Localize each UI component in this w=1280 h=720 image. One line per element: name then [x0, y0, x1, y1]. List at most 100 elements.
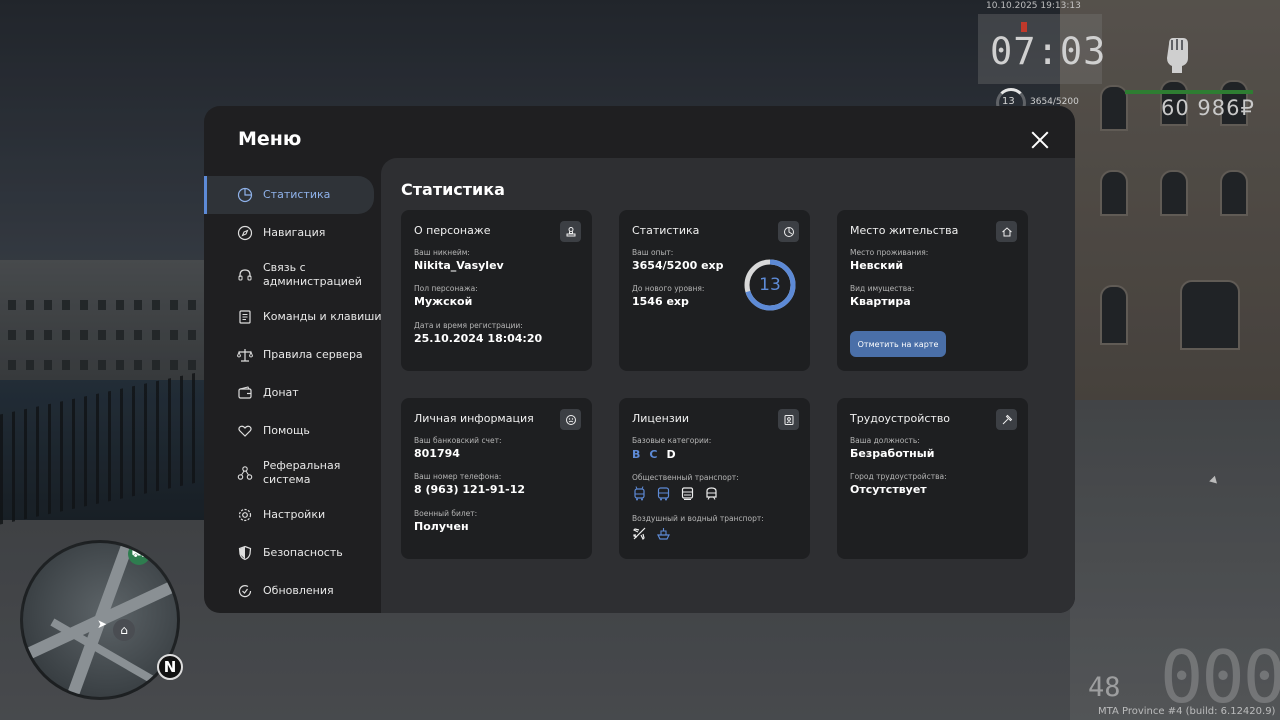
gear-icon — [237, 507, 253, 523]
card-title: Лицензии — [632, 412, 690, 425]
card-personal-info: Личная информация Ваш банковский счет: 8… — [401, 398, 592, 559]
sidebar-item-admin-contact[interactable]: Связь с администрацией — [204, 252, 382, 298]
card-title: Статистика — [632, 224, 700, 237]
bank-label: Ваш банковский счет: — [414, 436, 502, 445]
sidebar-item-commands[interactable]: Команды и клавиши — [204, 298, 382, 336]
air-water-transport-icons — [632, 526, 671, 541]
menu-title: Меню — [238, 128, 302, 150]
card-residence: Место жительства Место проживания: Невск… — [837, 210, 1028, 371]
sidebar-item-label: Статистика — [263, 188, 331, 201]
position-value: Безработный — [850, 447, 935, 460]
bank-value: 801794 — [414, 447, 460, 460]
north-indicator: N — [157, 654, 183, 680]
gender-label: Пол персонажа: — [414, 284, 478, 293]
nickname-value: Nikita_Vasylev — [414, 259, 504, 272]
sidebar-item-label: Настройки — [263, 508, 326, 521]
next-level-value: 1546 exp — [632, 295, 689, 308]
property-value: Квартира — [850, 295, 911, 308]
headset-icon — [237, 267, 253, 283]
license-category-b: B — [632, 448, 641, 461]
position-label: Ваша должность: — [850, 436, 920, 445]
registration-value: 25.10.2024 18:04:20 — [414, 332, 543, 345]
scales-icon — [237, 347, 253, 363]
work-city-label: Город трудоустройства: — [850, 472, 947, 481]
sidebar-item-referral[interactable]: Реферальная система — [204, 450, 382, 496]
mark-on-map-button[interactable]: Отметить на карте — [850, 331, 946, 357]
level-number: 13 — [759, 275, 781, 295]
sidebar-item-label: Обновления — [263, 584, 334, 597]
minimap: ⛟ ⌂ ➤ — [20, 540, 180, 700]
referral-icon — [237, 465, 253, 481]
card-statistics: Статистика Ваш опыт: 3654/5200 exp До но… — [619, 210, 810, 371]
sidebar-item-rules[interactable]: Правила сервера — [204, 336, 382, 374]
compass-icon — [237, 225, 253, 241]
wallet-icon — [237, 385, 253, 401]
license-categories: B C D — [632, 448, 676, 461]
menu-window: Меню Статистика Навигация Связь с админи… — [204, 106, 1075, 613]
health-bar — [1125, 90, 1253, 94]
nickname-label: Ваш никнейм: — [414, 248, 470, 257]
sidebar-item-label: Связь с администрацией — [263, 261, 362, 288]
sidebar-item-label: Команды и клавиши — [263, 310, 382, 323]
residence-place-label: Место проживания: — [850, 248, 929, 257]
sidebar-item-label: Донат — [263, 386, 299, 399]
next-level-label: До нового уровня: — [632, 284, 705, 293]
sidebar-item-help[interactable]: Помощь — [204, 412, 382, 450]
sidebar-item-label: Реферальная система — [263, 459, 341, 486]
sidebar: Статистика Навигация Связь с администрац… — [204, 176, 382, 610]
public-transport-label: Общественный транспорт: — [632, 473, 739, 482]
fuel-readout: 48 — [1088, 672, 1121, 703]
card-title: Трудоустройство — [850, 412, 951, 425]
face-icon — [560, 409, 581, 430]
sidebar-item-updates[interactable]: Обновления — [204, 572, 382, 610]
hud-clock: 07:03 — [990, 30, 1107, 73]
gender-value: Мужской — [414, 295, 473, 308]
id-card-icon — [778, 409, 799, 430]
content-title: Статистика — [401, 180, 505, 199]
property-label: Вид имущества: — [850, 284, 915, 293]
sidebar-item-donate[interactable]: Донат — [204, 374, 382, 412]
clock-chart-icon — [778, 221, 799, 242]
airplane-icon — [632, 527, 646, 541]
license-category-d: D — [666, 448, 676, 461]
sidebar-item-settings[interactable]: Настройки — [204, 496, 382, 534]
shield-icon — [237, 545, 253, 561]
military-value: Получен — [414, 520, 469, 533]
player-arrow-icon: ➤ — [96, 617, 108, 631]
build-info: MTA Province #4 (build: 6.12420.9) — [1098, 706, 1276, 717]
stamp-icon — [560, 221, 581, 242]
garage-blip-icon: ⛟ — [128, 543, 150, 565]
sidebar-item-label: Правила сервера — [263, 348, 363, 361]
sidebar-item-security[interactable]: Безопасность — [204, 534, 382, 572]
metro-icon — [706, 487, 717, 500]
air-water-transport-label: Воздушный и водный транспорт: — [632, 514, 764, 523]
sidebar-item-label: Безопасность — [263, 546, 343, 559]
military-label: Военный билет: — [414, 509, 478, 518]
phone-label: Ваш номер телефона: — [414, 472, 502, 481]
trolleybus-icon — [634, 486, 645, 501]
card-title: О персонаже — [414, 224, 491, 237]
heart-hand-icon — [237, 423, 253, 439]
document-list-icon — [237, 309, 253, 325]
residence-place-value: Невский — [850, 259, 904, 272]
work-city-value: Отсутствует — [850, 483, 927, 496]
license-category-c: C — [649, 448, 658, 461]
close-icon[interactable] — [1028, 128, 1052, 152]
sidebar-item-statistics[interactable]: Статистика — [204, 176, 374, 214]
public-transport-icons — [632, 486, 719, 501]
card-character: О персонаже Ваш никнейм: Nikita_Vasylev … — [401, 210, 592, 371]
card-licenses: Лицензии Базовые категории: B C D Общест… — [619, 398, 810, 559]
boat-icon — [657, 528, 670, 540]
registration-label: Дата и время регистрации: — [414, 321, 523, 330]
content-panel: Статистика О персонаже Ваш никнейм: Niki… — [381, 158, 1075, 613]
bus-icon — [657, 487, 670, 501]
base-categories-label: Базовые категории: — [632, 436, 712, 445]
sidebar-item-navigation[interactable]: Навигация — [204, 214, 382, 252]
chart-pie-icon — [237, 187, 253, 203]
fist-weapon-icon — [1167, 38, 1188, 73]
card-title: Личная информация — [414, 412, 534, 425]
hud-money: 60 986₽ — [1161, 96, 1255, 120]
house-icon — [996, 221, 1017, 242]
exp-label: Ваш опыт: — [632, 248, 674, 257]
card-employment: Трудоустройство Ваша должность: Безработ… — [837, 398, 1028, 559]
